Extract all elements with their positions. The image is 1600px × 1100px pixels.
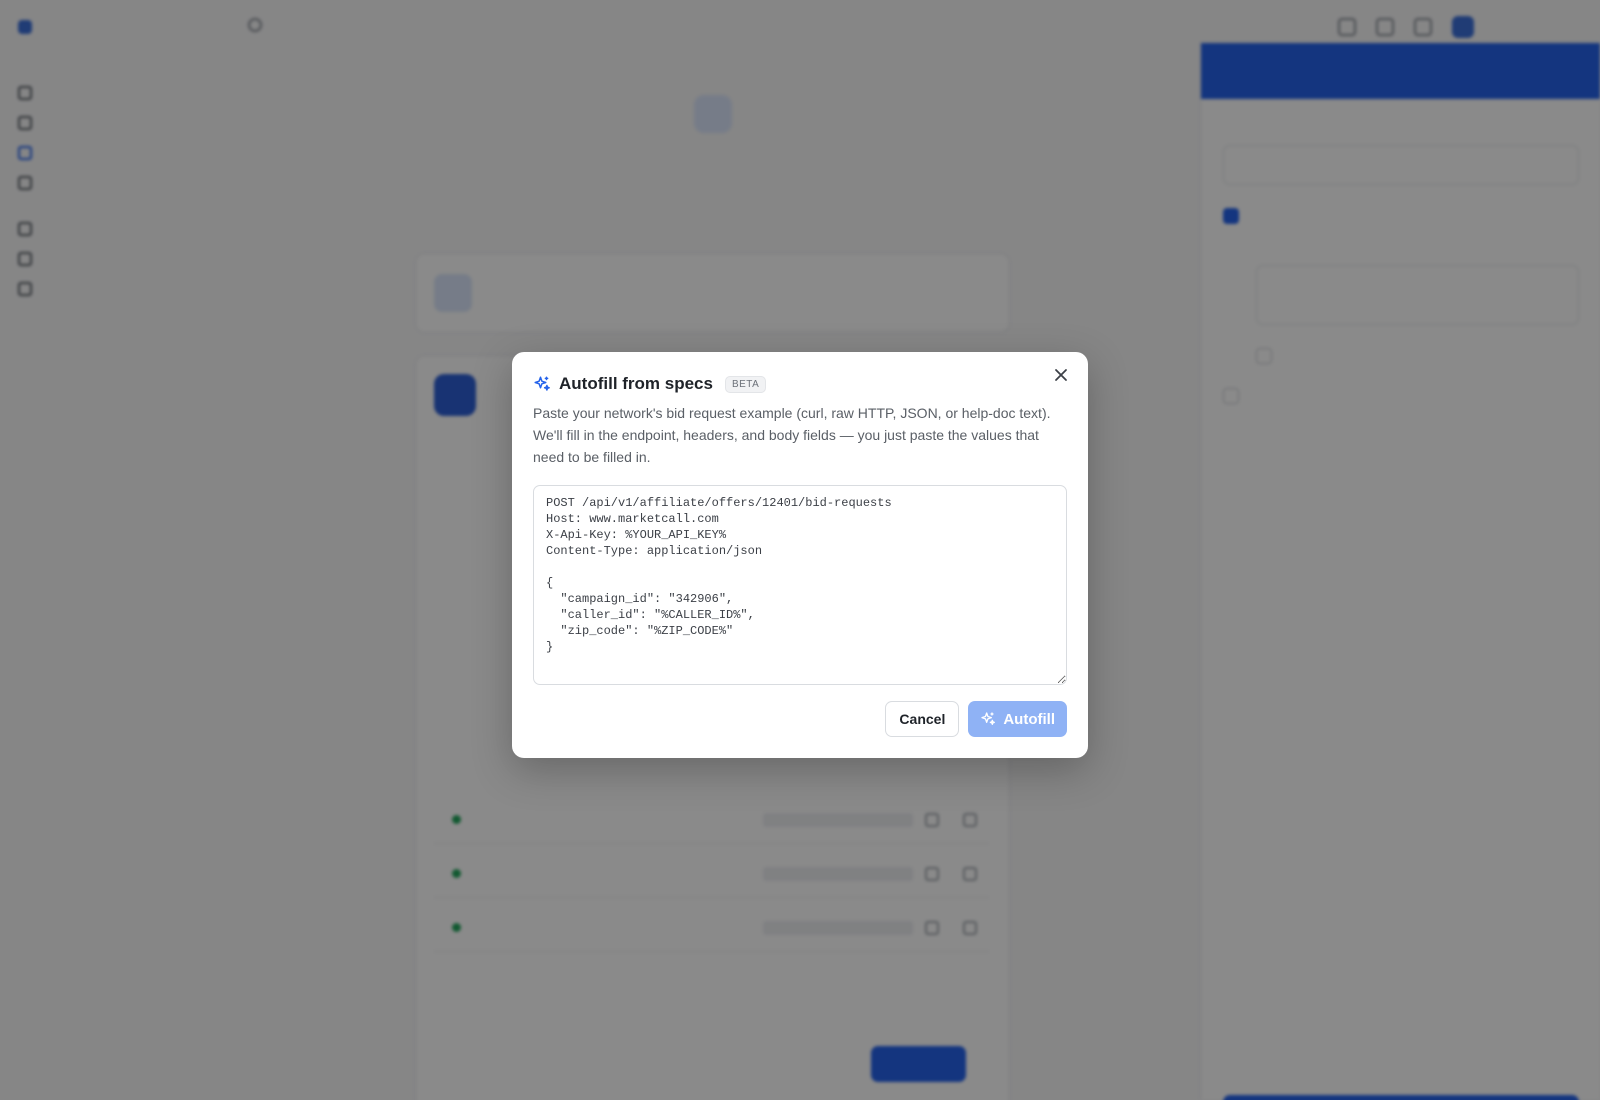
autofill-button-label: Autofill xyxy=(1003,710,1055,728)
sparkles-icon xyxy=(980,711,996,727)
spec-textarea[interactable] xyxy=(533,485,1067,685)
dialog-description: Paste your network's bid request example… xyxy=(533,405,1051,465)
close-button[interactable] xyxy=(1050,366,1072,388)
dialog-header: Autofill from specs BETA xyxy=(533,374,767,394)
autofill-button[interactable]: Autofill xyxy=(968,701,1067,737)
close-icon xyxy=(1054,368,1068,387)
cancel-button[interactable]: Cancel xyxy=(885,701,960,737)
dialog-title: Autofill from specs xyxy=(559,374,713,393)
sparkles-icon xyxy=(533,375,551,393)
autofill-dialog: Autofill from specs BETA Paste your netw… xyxy=(512,352,1088,758)
beta-badge: BETA xyxy=(724,375,767,393)
dialog-actions: Cancel Autofill xyxy=(885,701,1067,737)
